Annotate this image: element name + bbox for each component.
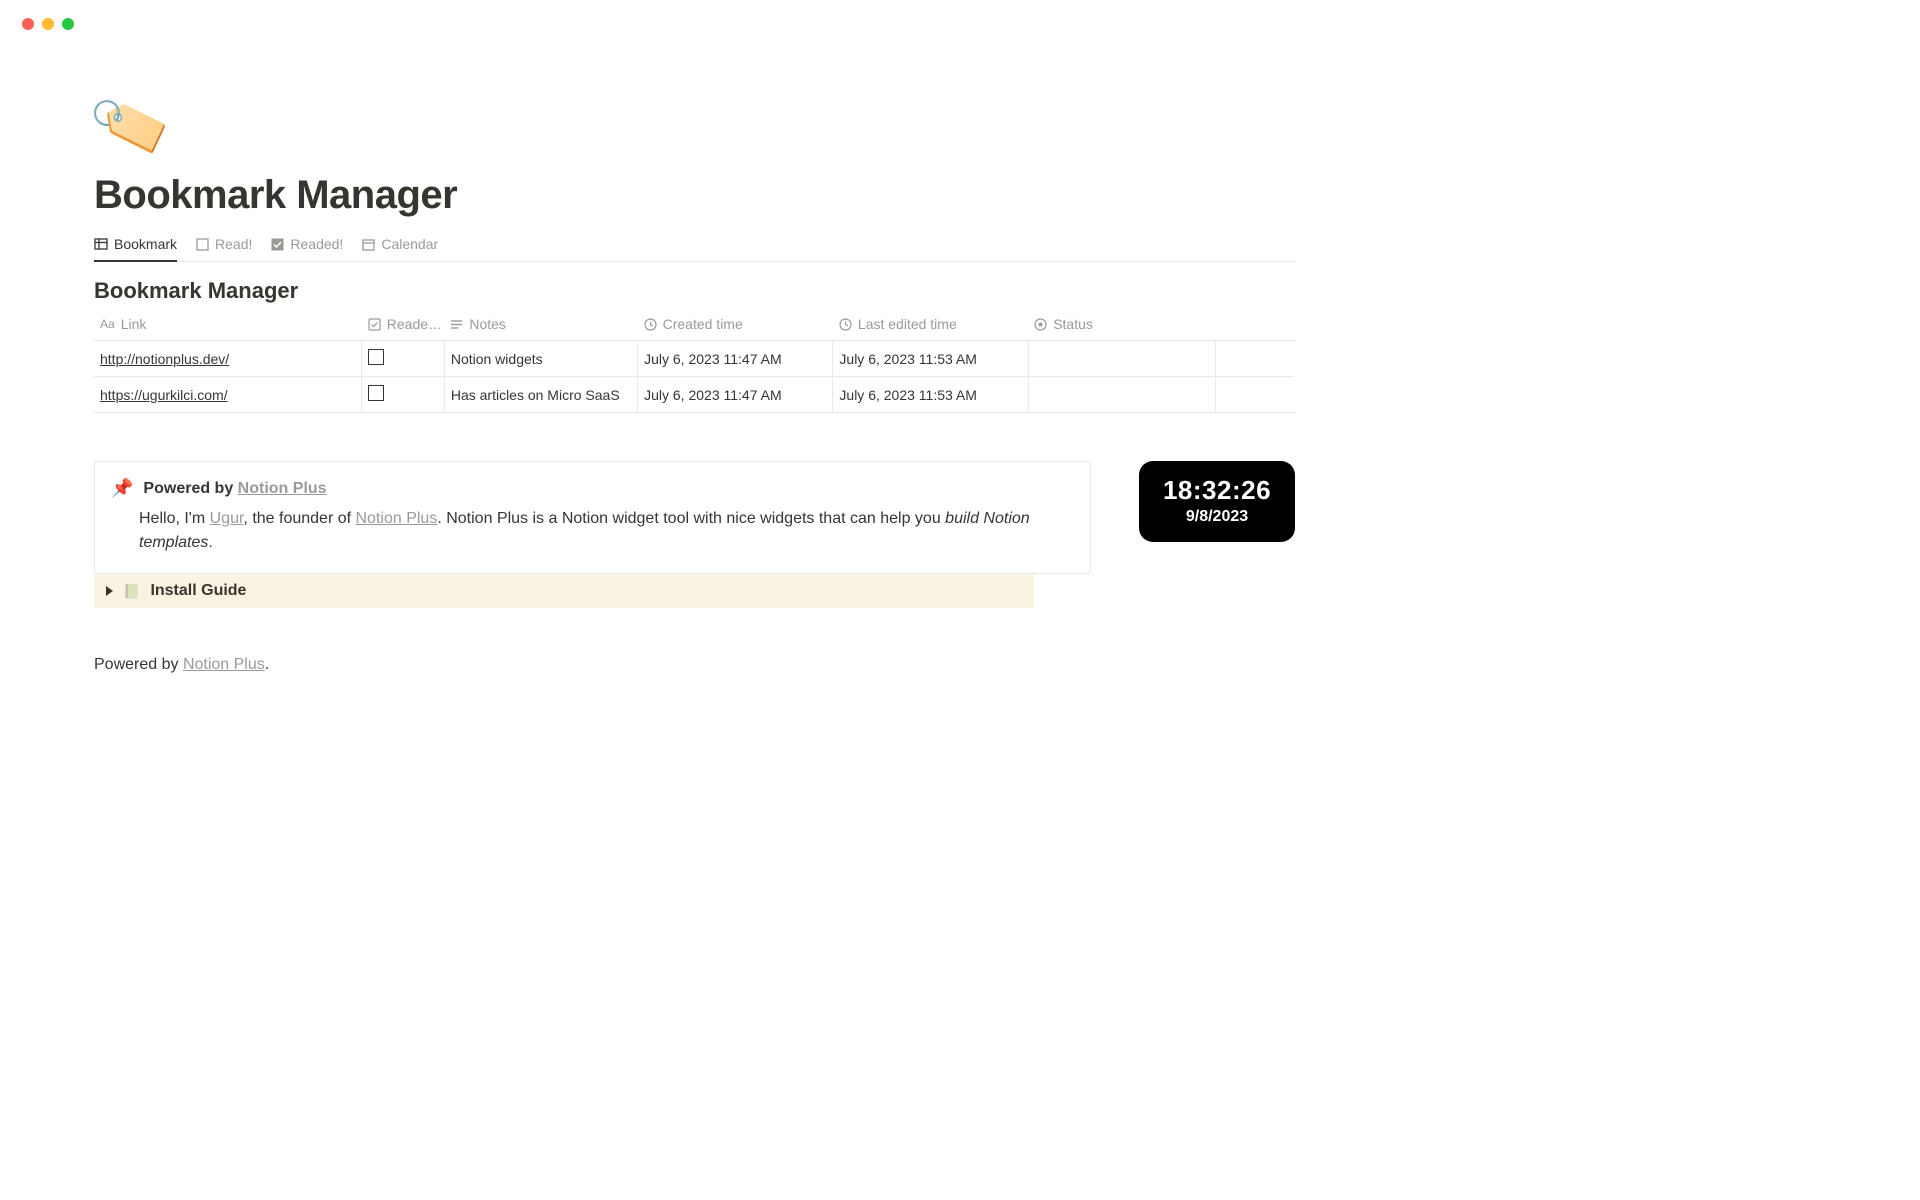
- table-row[interactable]: https://ugurkilci.com/ Has articles on M…: [94, 377, 1294, 413]
- readed-checkbox[interactable]: [368, 385, 384, 401]
- checkbox-property-icon: [368, 318, 381, 331]
- text-property-icon: [450, 318, 463, 331]
- footer-text: Powered by Notion Plus.: [94, 656, 1295, 674]
- created-cell: July 6, 2023 11:47 AM: [638, 377, 833, 413]
- checkbox-checked-icon: [270, 237, 284, 251]
- book-icon: 📗: [123, 583, 140, 600]
- column-header-link[interactable]: Aa Link: [94, 308, 362, 341]
- notes-cell[interactable]: Has articles on Micro SaaS: [444, 377, 637, 413]
- column-add[interactable]: [1215, 308, 1294, 341]
- column-header-lastedited[interactable]: Last edited time: [833, 308, 1028, 341]
- tab-label: Readed!: [290, 236, 343, 252]
- lastedited-cell: July 6, 2023 11:53 AM: [833, 341, 1028, 377]
- callout-title: Powered by Notion Plus: [143, 480, 326, 498]
- notes-cell[interactable]: Notion widgets: [444, 341, 637, 377]
- page-title[interactable]: Bookmark Manager: [94, 173, 1295, 218]
- column-header-status[interactable]: Status: [1028, 308, 1215, 341]
- clock-widget: 18:32:26 9/8/2023: [1139, 461, 1295, 542]
- powered-by-callout: 📌 Powered by Notion Plus Hello, I'm Ugur…: [94, 461, 1091, 574]
- footer-notion-plus-link[interactable]: Notion Plus: [183, 656, 265, 673]
- table-row[interactable]: http://notionplus.dev/ Notion widgets Ju…: [94, 341, 1294, 377]
- install-guide-toggle[interactable]: 📗 Install Guide: [94, 574, 1034, 608]
- pin-icon: 📌: [111, 478, 133, 499]
- tab-label: Read!: [215, 236, 252, 252]
- install-guide-label: Install Guide: [150, 582, 246, 600]
- bookmark-table: Aa Link Reade…: [94, 308, 1294, 413]
- status-property-icon: [1034, 318, 1047, 331]
- tab-read[interactable]: Read!: [195, 236, 252, 262]
- clock-date: 9/8/2023: [1161, 508, 1273, 526]
- title-property-icon: Aa: [100, 317, 115, 331]
- tab-label: Bookmark: [114, 236, 177, 252]
- tab-label: Calendar: [381, 236, 438, 252]
- tab-calendar[interactable]: Calendar: [361, 236, 438, 262]
- link-cell[interactable]: http://notionplus.dev/: [100, 351, 229, 367]
- tab-readed[interactable]: Readed!: [270, 236, 343, 262]
- window-controls: [0, 0, 1389, 30]
- created-cell: July 6, 2023 11:47 AM: [638, 341, 833, 377]
- calendar-icon: [361, 237, 375, 251]
- view-tabs: Bookmark Read! Readed! Calendar: [94, 236, 1295, 262]
- toggle-triangle-icon[interactable]: [106, 586, 113, 596]
- table-icon: [94, 237, 108, 251]
- notion-plus-link-inline[interactable]: Notion Plus: [356, 510, 438, 527]
- status-cell[interactable]: [1028, 341, 1215, 377]
- database-title[interactable]: Bookmark Manager: [94, 278, 1295, 304]
- clock-icon: [644, 318, 657, 331]
- lastedited-cell: July 6, 2023 11:53 AM: [833, 377, 1028, 413]
- ugur-link[interactable]: Ugur: [210, 510, 244, 527]
- checkbox-empty-icon: [195, 237, 209, 251]
- column-header-readed[interactable]: Reade…: [362, 308, 445, 341]
- page-icon[interactable]: 🏷️: [84, 79, 178, 171]
- notion-plus-link[interactable]: Notion Plus: [238, 480, 327, 497]
- window-minimize-button[interactable]: [42, 18, 54, 30]
- clock-time: 18:32:26: [1161, 475, 1273, 506]
- readed-checkbox[interactable]: [368, 349, 384, 365]
- window-close-button[interactable]: [22, 18, 34, 30]
- status-cell[interactable]: [1028, 377, 1215, 413]
- column-header-notes[interactable]: Notes: [444, 308, 637, 341]
- clock-icon: [839, 318, 852, 331]
- tab-bookmark[interactable]: Bookmark: [94, 236, 177, 262]
- column-header-created[interactable]: Created time: [638, 308, 833, 341]
- callout-body: Hello, I'm Ugur, the founder of Notion P…: [111, 507, 1074, 555]
- window-maximize-button[interactable]: [62, 18, 74, 30]
- link-cell[interactable]: https://ugurkilci.com/: [100, 387, 228, 403]
